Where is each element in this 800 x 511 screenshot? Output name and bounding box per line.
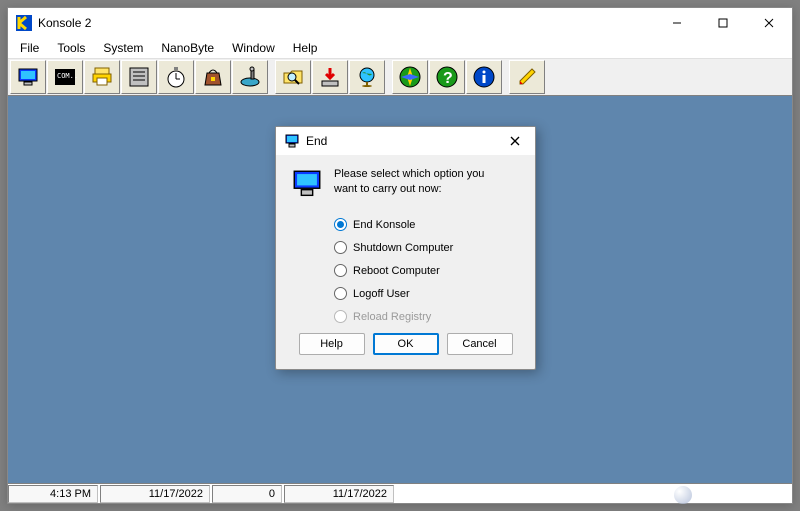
compass-icon[interactable] xyxy=(392,60,428,94)
status-count: 0 xyxy=(212,485,282,503)
pencil-icon[interactable] xyxy=(509,60,545,94)
ok-button[interactable]: OK xyxy=(373,333,439,355)
dialog-prompt-line1: Please select which option you xyxy=(334,168,484,180)
bag-icon[interactable] xyxy=(195,60,231,94)
folder-search-icon[interactable] xyxy=(275,60,311,94)
dialog-buttons: Help OK Cancel xyxy=(290,333,521,355)
menu-window[interactable]: Window xyxy=(224,39,283,57)
radio-label: Shutdown Computer xyxy=(353,242,453,254)
radio-logoff[interactable]: Logoff User xyxy=(334,287,521,300)
toolbar: COM.. ? xyxy=(8,58,792,96)
info-icon[interactable] xyxy=(466,60,502,94)
window-controls xyxy=(654,8,792,38)
monitor-icon xyxy=(290,167,334,204)
monitor-icon xyxy=(284,133,300,149)
app-icon xyxy=(16,15,32,31)
menu-tools[interactable]: Tools xyxy=(49,39,93,57)
menu-system[interactable]: System xyxy=(95,39,151,57)
globe-icon xyxy=(674,486,692,504)
dialog-body: Please select which option you want to c… xyxy=(276,155,535,369)
radio-dot-icon xyxy=(334,264,347,277)
dialog-prompt: Please select which option you want to c… xyxy=(334,167,521,204)
radio-reload-registry: Reload Registry xyxy=(334,310,521,323)
radio-end-konsole[interactable]: End Konsole xyxy=(334,218,521,231)
radio-group: End Konsole Shutdown Computer Reboot Com… xyxy=(334,218,521,323)
printer-icon[interactable] xyxy=(84,60,120,94)
dialog-titlebar: End xyxy=(276,127,535,155)
radio-dot-icon xyxy=(334,241,347,254)
monitor-icon[interactable] xyxy=(10,60,46,94)
maximize-button[interactable] xyxy=(700,8,746,38)
watermark-text: LO4D.com xyxy=(696,484,790,505)
svg-text:COM..: COM.. xyxy=(57,72,77,80)
close-button[interactable] xyxy=(746,8,792,38)
radio-dot-icon xyxy=(334,218,347,231)
minimize-button[interactable] xyxy=(654,8,700,38)
help-button[interactable]: Help xyxy=(299,333,365,355)
menu-file[interactable]: File xyxy=(12,39,47,57)
radio-label: Logoff User xyxy=(353,288,410,300)
status-date2: 11/17/2022 xyxy=(284,485,394,503)
com-console-icon[interactable]: COM.. xyxy=(47,60,83,94)
radio-shutdown[interactable]: Shutdown Computer xyxy=(334,241,521,254)
dialog-prompt-line2: want to carry out now: xyxy=(334,183,442,195)
titlebar: Konsole 2 xyxy=(8,8,792,38)
radio-dot-icon xyxy=(334,310,347,323)
cancel-button[interactable]: Cancel xyxy=(447,333,513,355)
menu-nanobyte[interactable]: NanoByte xyxy=(153,39,222,57)
radio-label: Reboot Computer xyxy=(353,265,440,277)
window-title: Konsole 2 xyxy=(38,16,654,30)
download-icon[interactable] xyxy=(312,60,348,94)
watermark: LO4D.com xyxy=(674,484,790,505)
radio-dot-icon xyxy=(334,287,347,300)
dialog-close-button[interactable] xyxy=(501,130,529,152)
help-icon[interactable]: ? xyxy=(429,60,465,94)
radio-label: Reload Registry xyxy=(353,311,431,323)
stopwatch-icon[interactable] xyxy=(158,60,194,94)
status-time: 4:13 PM xyxy=(8,485,98,503)
menubar: File Tools System NanoByte Window Help xyxy=(8,38,792,58)
menu-help[interactable]: Help xyxy=(285,39,326,57)
dialog-title: End xyxy=(306,134,501,148)
end-dialog: End Please select which option you want … xyxy=(275,126,536,370)
svg-text:?: ? xyxy=(443,70,453,87)
scanner-icon[interactable] xyxy=(232,60,268,94)
status-date1: 11/17/2022 xyxy=(100,485,210,503)
globe-icon[interactable] xyxy=(349,60,385,94)
list-icon[interactable] xyxy=(121,60,157,94)
radio-label: End Konsole xyxy=(353,219,415,231)
radio-reboot[interactable]: Reboot Computer xyxy=(334,264,521,277)
